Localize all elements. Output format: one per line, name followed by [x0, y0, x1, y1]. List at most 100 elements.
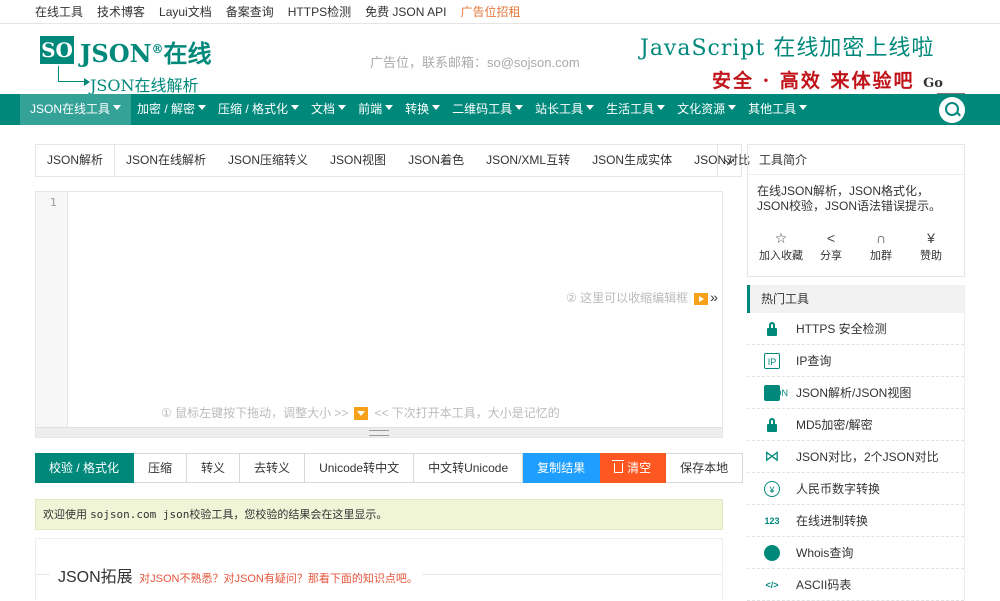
chevron-down-icon — [432, 105, 441, 111]
logo-wordmark: JSON®在线 — [80, 39, 212, 68]
top-link-bar: 在线工具 技术博客 Layui文档 备案查询 HTTPS检测 免费 JSON A… — [0, 0, 1000, 24]
chevron-down-icon — [657, 105, 666, 111]
validation-result: 欢迎使用 sojson.com json校验工具，您校验的结果会在这里显示。 — [35, 499, 723, 530]
logo-subtitle: JSON在线解析 — [90, 76, 199, 95]
chevron-down-icon — [338, 105, 347, 111]
banner-tagline: 安全 · 高效 来体验吧 Go — [712, 70, 943, 92]
chevron-down-icon — [515, 105, 524, 111]
save-local-button[interactable]: 保存本地 — [666, 453, 744, 483]
top-link-online-tools[interactable]: 在线工具 — [35, 3, 83, 20]
ip-icon: IP — [764, 352, 780, 369]
hot-tool-md5[interactable]: MD5加密/解密 — [747, 409, 964, 441]
compress-button[interactable]: 压缩 — [134, 453, 188, 483]
tool-intro-header: 工具简介 — [748, 145, 964, 175]
tabs-more-chevron-icon[interactable] — [717, 145, 741, 176]
tab-json-entity[interactable]: JSON生成实体 — [581, 145, 683, 176]
collapse-editor-hint[interactable]: ② 这里可以收缩编辑框» — [566, 289, 718, 306]
chevron-down-icon — [799, 105, 808, 111]
logo-arrow-icon — [58, 66, 90, 86]
tab-json-compress-escape[interactable]: JSON压缩转义 — [217, 145, 319, 176]
chinese-to-unicode-button[interactable]: 中文转Unicode — [414, 453, 524, 483]
tool-intro-card: 工具简介 在线JSON解析，JSON格式化，JSON校验，JSON语法错误提示。… — [747, 144, 965, 277]
header-ad-contact: 广告位，联系邮箱：so@sojson.com — [370, 55, 580, 70]
compare-icon: ⋈ — [764, 447, 780, 465]
nav-other-tools[interactable]: 其他工具 — [742, 94, 813, 125]
lock-icon — [764, 417, 780, 433]
top-link-layui-docs[interactable]: Layui文档 — [159, 3, 212, 20]
top-link-blog[interactable]: 技术博客 — [97, 3, 145, 20]
play-icon — [694, 292, 709, 305]
unicode-to-chinese-button[interactable]: Unicode转中文 — [305, 453, 415, 483]
unescape-button[interactable]: 去转义 — [240, 453, 306, 483]
star-icon: ☆ — [774, 230, 788, 246]
yen-icon: ¥ — [927, 230, 935, 246]
tab-json-color[interactable]: JSON着色 — [397, 145, 475, 176]
hot-tool-radix-convert[interactable]: 123 在线进制转换 — [747, 505, 964, 537]
hot-tool-ip-lookup[interactable]: IP IP查询 — [747, 345, 964, 377]
code-icon: </> — [765, 579, 779, 590]
hot-tool-json-parse[interactable]: JSON JSON解析/JSON视图 — [747, 377, 964, 409]
tab-json-xml[interactable]: JSON/XML互转 — [475, 145, 581, 176]
number-icon: 123 — [764, 515, 780, 526]
editor-resize-handle[interactable] — [36, 427, 722, 437]
nav-docs[interactable]: 文档 — [305, 94, 352, 125]
nav-json-tools[interactable]: JSON在线工具 — [20, 94, 132, 125]
tab-json-online-parse[interactable]: JSON在线解析 — [115, 145, 217, 176]
extension-note: 对JSON不熟悉？对JSON有疑问？那看下面的知识点吧。 — [139, 573, 418, 585]
chevron-down-icon — [113, 105, 122, 111]
nav-convert[interactable]: 转换 — [399, 94, 446, 125]
nav-encrypt-decrypt[interactable]: 加密 / 解密 — [131, 94, 212, 125]
trash-icon — [612, 459, 625, 473]
top-link-icp-lookup[interactable]: 备案查询 — [226, 3, 274, 20]
chevron-down-icon — [291, 105, 300, 111]
extension-title: JSON拓展 对JSON不熟悉？对JSON有疑问？那看下面的知识点吧。 — [50, 563, 422, 587]
banner-headline: JavaScript 在线加密上线啦 — [640, 36, 935, 61]
top-link-https-check[interactable]: HTTPS检测 — [288, 3, 351, 20]
site-header: SO JSON®在线 JSON在线解析 广告位，联系邮箱：so@sojson.c… — [0, 24, 1000, 110]
site-logo[interactable]: SO JSON®在线 JSON在线解析 — [40, 32, 212, 95]
hot-tool-https-check[interactable]: HTTPS 安全检测 — [747, 313, 964, 345]
main-nav: JSON在线工具 加密 / 解密 压缩 / 格式化 文档 前端 转换 二维码工具… — [0, 94, 1000, 125]
json-editor[interactable]: 1 ② 这里可以收缩编辑框» ① 鼠标左键按下拖动，调整大小 >> << 下次打开… — [35, 191, 723, 438]
tool-intro-description: 在线JSON解析，JSON格式化，JSON校验，JSON语法错误提示。 — [757, 184, 942, 213]
hot-tool-ascii[interactable]: </> ASCII码表 — [747, 569, 964, 601]
nav-culture-resources[interactable]: 文化资源 — [671, 94, 742, 125]
clear-button[interactable]: 清空 — [600, 453, 667, 483]
tool-tabs: JSON解析 JSON在线解析 JSON压缩转义 JSON视图 JSON着色 J… — [35, 144, 750, 177]
banner-go: Go — [923, 76, 943, 91]
nav-frontend[interactable]: 前端 — [352, 94, 399, 125]
share-icon: < — [826, 230, 836, 246]
nav-qrcode-tools[interactable]: 二维码工具 — [446, 94, 529, 125]
json-extension-section: JSON拓展 对JSON不熟悉？对JSON有疑问？那看下面的知识点吧。 — [35, 538, 723, 600]
nav-compress-format[interactable]: 压缩 / 格式化 — [212, 94, 305, 125]
hot-tool-whois[interactable]: Whois查询 — [747, 537, 964, 569]
logo-so-mark: SO — [40, 36, 74, 64]
top-link-ad-rental[interactable]: 广告位招租 — [460, 3, 520, 20]
escape-button[interactable]: 转义 — [187, 453, 241, 483]
tab-json-parse[interactable]: JSON解析 — [36, 145, 116, 176]
arrow-down-icon — [354, 407, 369, 421]
json-icon: JSON — [764, 384, 788, 401]
tab-json-view[interactable]: JSON视图 — [319, 145, 397, 176]
join-group-button[interactable]: ∩ 加群 — [856, 229, 906, 263]
top-link-json-api[interactable]: 免费 JSON API — [365, 3, 446, 20]
nav-webmaster-tools[interactable]: 站长工具 — [529, 94, 600, 125]
search-icon[interactable] — [939, 97, 965, 123]
hot-tool-json-compare[interactable]: ⋈ JSON对比，2个JSON对比 — [747, 441, 964, 473]
chevron-down-icon — [198, 105, 207, 111]
resize-hint: ① 鼠标左键按下拖动，调整大小 >> << 下次打开本工具，大小是记忆的 — [161, 406, 560, 421]
add-favorite-button[interactable]: ☆ 加入收藏 — [756, 229, 806, 263]
globe-icon — [764, 544, 780, 561]
share-button[interactable]: < 分享 — [806, 229, 856, 263]
copy-result-button[interactable]: 复制结果 — [523, 453, 601, 483]
lock-icon — [764, 321, 780, 337]
nav-life-tools[interactable]: 生活工具 — [600, 94, 671, 125]
chevron-down-icon — [385, 105, 394, 111]
action-toolbar: 校验 / 格式化 压缩 转义 去转义 Unicode转中文 中文转Unicode… — [35, 453, 744, 483]
editor-gutter: 1 — [36, 192, 68, 427]
validate-format-button[interactable]: 校验 / 格式化 — [35, 453, 135, 483]
tool-intro-actions: ☆ 加入收藏 < 分享 ∩ 加群 ¥ 赞助 — [756, 229, 956, 263]
sponsor-button[interactable]: ¥ 赞助 — [906, 229, 956, 263]
hot-tools-header: 热门工具 — [747, 285, 964, 313]
hot-tool-rmb-convert[interactable]: ¥ 人民币数字转换 — [747, 473, 964, 505]
